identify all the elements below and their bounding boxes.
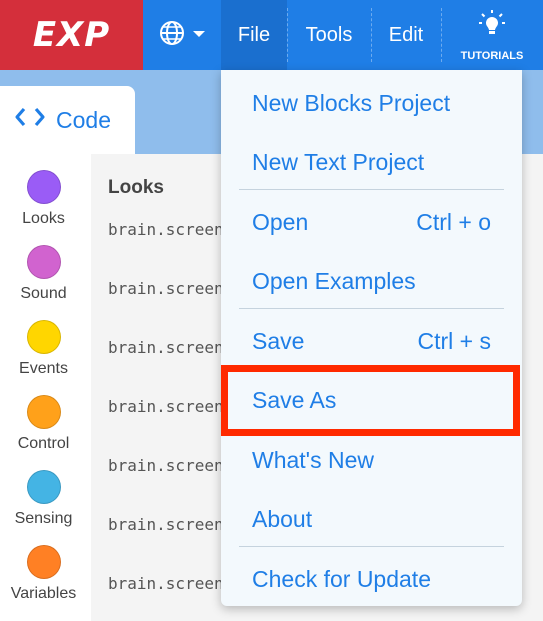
menu-item-label: Open Examples (252, 268, 416, 294)
category-label: Sensing (14, 510, 73, 527)
category-sensing[interactable]: Sensing (0, 470, 87, 528)
snippet-line[interactable]: brain.screen (108, 220, 224, 239)
category-dot (26, 470, 61, 504)
category-label: Sound (20, 285, 67, 302)
category-looks[interactable]: Looks (0, 170, 87, 228)
menu-item-about[interactable]: About (221, 490, 522, 549)
category-label: Control (17, 435, 70, 452)
menu-item-label: New Text Project (252, 149, 425, 175)
category-dot (26, 395, 61, 429)
category-control[interactable]: Control (0, 395, 87, 453)
snippet-line[interactable]: brain.screen (108, 338, 224, 357)
category-dot (26, 170, 61, 204)
globe-icon (158, 19, 186, 52)
menu-item-label: New Blocks Project (252, 90, 451, 116)
category-events[interactable]: Events (0, 320, 87, 378)
menu-item-shortcut: Ctrl + o (416, 209, 491, 235)
category-dot (26, 245, 61, 279)
snippet-line[interactable]: brain.screen (108, 397, 224, 416)
category-variables[interactable]: Variables (0, 545, 87, 603)
highlight-box (221, 365, 520, 436)
tutorials-button[interactable]: TUTORIALS (441, 0, 543, 70)
code-brackets-icon (14, 106, 46, 134)
menu-item-whats-new[interactable]: What's New (221, 431, 522, 490)
menu-item-label: About (252, 506, 313, 532)
menu-item-shortcut: Ctrl + s (417, 328, 491, 354)
language-button[interactable] (143, 0, 221, 70)
tab-code[interactable]: Code (0, 86, 135, 154)
menu-item-label: Open (252, 209, 309, 235)
category-dot (26, 320, 61, 354)
menu-divider (239, 546, 504, 547)
menu-item-save[interactable]: Save Ctrl + s (221, 312, 522, 371)
menu-divider (239, 308, 504, 309)
file-menu-dropdown: New Blocks Project New Text Project Open… (221, 70, 522, 606)
menu-tools[interactable]: Tools (287, 0, 371, 70)
category-label: Events (19, 360, 68, 377)
lightbulb-icon (477, 9, 507, 42)
category-sound[interactable]: Sound (0, 245, 87, 303)
menu-item-open-examples[interactable]: Open Examples (221, 252, 522, 311)
tutorials-label: TUTORIALS (460, 49, 524, 62)
snippet-line[interactable]: brain.screen (108, 279, 224, 298)
menu-item-check-for-update[interactable]: Check for Update (221, 550, 522, 609)
logo-text: EXP (32, 15, 111, 55)
menu-item-new-blocks-project[interactable]: New Blocks Project (221, 74, 522, 133)
tab-code-label: Code (56, 106, 111, 133)
menu-item-label: Check for Update (252, 566, 431, 592)
snippet-line[interactable]: brain.screen (108, 515, 224, 534)
menu-file[interactable]: File (221, 0, 287, 70)
category-sidebar: Looks Sound Events Control Sensing Varia… (0, 154, 91, 621)
menu-divider (239, 189, 504, 190)
menu-item-open[interactable]: Open Ctrl + o (221, 193, 522, 252)
menu-item-label: What's New (252, 447, 374, 473)
app-logo[interactable]: EXP (0, 0, 143, 70)
category-label: Variables (10, 585, 77, 602)
section-title: Looks (108, 177, 164, 198)
menu-item-label: Save (252, 328, 305, 354)
chevron-down-icon (192, 26, 206, 44)
snippet-line[interactable]: brain.screen (108, 574, 224, 593)
category-label: Looks (22, 210, 65, 227)
snippet-line[interactable]: brain.screen (108, 456, 224, 475)
menu-edit[interactable]: Edit (371, 0, 441, 70)
menu-item-new-text-project[interactable]: New Text Project (221, 133, 522, 192)
category-dot (26, 545, 61, 579)
top-toolbar: EXP File Tools Edit TUTORIALS (0, 0, 543, 70)
